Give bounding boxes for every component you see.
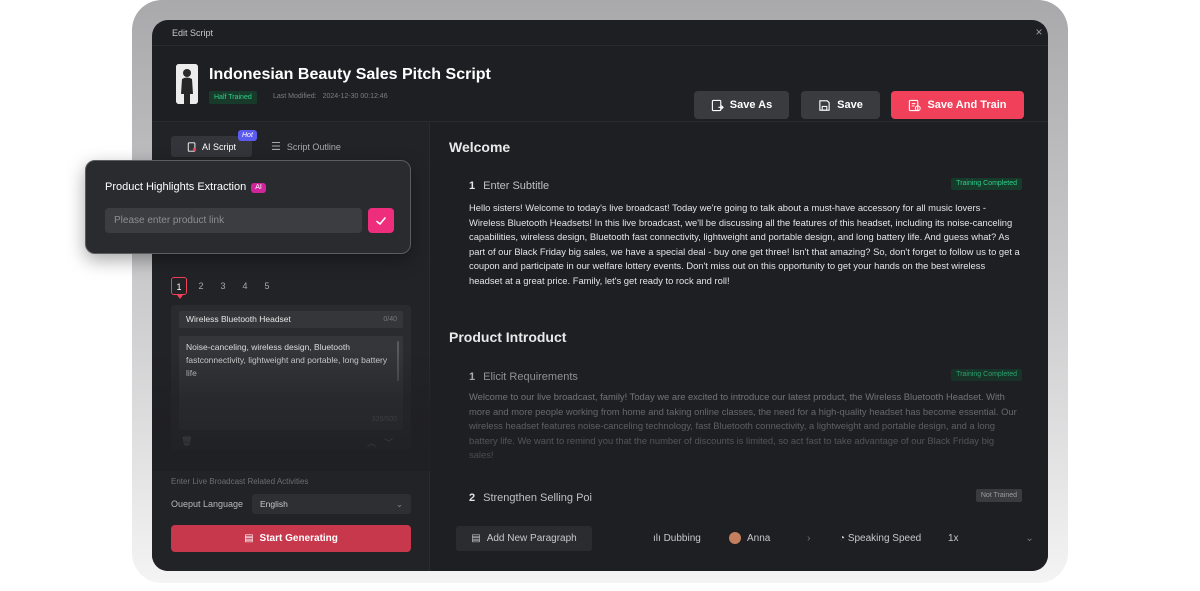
training-status-tag: Training Completed (951, 369, 1022, 381)
tab-ai-script-label: AI Script (201, 141, 236, 152)
script-header: Indonesian Beauty Sales Pitch Script Hal… (152, 46, 1048, 122)
product-link-input[interactable] (105, 208, 362, 233)
paragraph-text[interactable]: Welcome to our live broadcast, family! T… (469, 390, 1021, 463)
output-language-value: English (260, 499, 288, 509)
edit-script-window: Edit Script × Indonesian Beauty Sales Pi… (152, 20, 1048, 571)
ai-badge: AI (251, 183, 266, 193)
page-2[interactable]: 2 (193, 277, 209, 295)
paragraph-number: 1 (469, 180, 476, 192)
save-button[interactable]: Save (801, 91, 880, 119)
chevron-right-icon: › (807, 533, 811, 544)
chevron-up-icon[interactable]: ︿ (367, 438, 384, 448)
product-description-count: 320/500 (371, 416, 397, 423)
product-name-count: 0/40 (383, 316, 397, 323)
product-name-input[interactable]: Wireless Bluetooth Headset 0/40 (179, 311, 403, 328)
popup-title-text: Product Highlights Extraction (105, 181, 247, 193)
hot-badge: Hot (238, 130, 257, 141)
waveform-icon: ılı (653, 533, 664, 544)
paragraph-number: 1 (469, 371, 476, 383)
paragraph-heading: 1 Elicit Requirements (469, 371, 578, 383)
save-and-train-button[interactable]: Save And Train (891, 91, 1024, 119)
save-icon (819, 99, 830, 111)
paragraph-heading: 2 Strengthen Selling Poi (469, 492, 592, 504)
speed-value: 1x (948, 533, 959, 544)
page-5[interactable]: 5 (259, 277, 275, 295)
speed-select[interactable]: 1x ⌄ (948, 526, 1034, 551)
page-4[interactable]: 4 (237, 277, 253, 295)
voice-select[interactable]: Anna › (729, 526, 810, 551)
voice-avatar (729, 532, 741, 545)
section-title: Welcome (449, 139, 511, 155)
avatar (176, 64, 198, 104)
product-card: Wireless Bluetooth Headset 0/40 Noise-ca… (171, 305, 411, 450)
script-icon (187, 141, 197, 152)
add-paragraph-label: Add New Paragraph (486, 533, 577, 544)
voice-value: Anna (747, 533, 771, 544)
speaking-speed-control[interactable]: ◔ Speaking Speed (839, 526, 921, 551)
last-modified: Last Modified: 2024-12-30 00:12:46 (273, 93, 388, 100)
paragraph-heading-text[interactable]: Strengthen Selling Poi (483, 492, 592, 504)
page-1[interactable]: 1 (171, 277, 187, 299)
save-label: Save (837, 99, 863, 111)
product-description-input[interactable]: Noise-canceling, wireless design, Blueto… (179, 336, 403, 430)
start-generating-button[interactable]: ▤ Start Generating (171, 525, 411, 552)
last-modified-value: 2024-12-30 00:12:46 (322, 93, 388, 100)
speaking-speed-label: Speaking Speed (847, 533, 922, 544)
output-language-label: Oueput Language (171, 499, 244, 509)
outline-icon: ☰ (271, 141, 281, 153)
start-generating-label: Start Generating (259, 533, 338, 544)
paragraph-number: 2 (469, 492, 476, 504)
tab-script-outline-label: Script Outline (286, 141, 341, 152)
status-badge: Half Trained (209, 91, 257, 104)
window-title: Edit Script (172, 28, 214, 38)
trash-icon[interactable]: 🗑 (181, 436, 192, 447)
generate-icon: ▤ (244, 533, 254, 544)
pagination: 1 2 3 4 5 (171, 277, 275, 299)
dubbing-control[interactable]: ılı Dubbing (653, 526, 701, 551)
product-description-value: Noise-canceling, wireless design, Blueto… (186, 342, 388, 378)
save-and-train-label: Save And Train (927, 99, 1007, 111)
paragraph-toolbar: ▤ Add New Paragraph ılı Dubbing Anna › ◔… (431, 526, 1048, 551)
train-icon (909, 99, 922, 111)
last-modified-label: Last Modified: (273, 93, 317, 100)
page-title: Indonesian Beauty Sales Pitch Script (209, 66, 491, 83)
section-title: Product Introduct (449, 329, 567, 345)
paragraph-heading-text[interactable]: Enter Subtitle (483, 180, 549, 192)
page-3[interactable]: 3 (215, 277, 231, 295)
product-card-tools: 🗑 ︿﹀ (179, 436, 403, 448)
title-bar: Edit Script × (152, 20, 1048, 46)
description-scrollbar[interactable] (397, 341, 399, 381)
output-language-select[interactable]: English ⌄ (252, 494, 411, 514)
product-name-value: Wireless Bluetooth Headset (186, 314, 291, 324)
training-status-tag: Training Completed (951, 178, 1022, 190)
close-icon[interactable]: × (1033, 25, 1045, 39)
save-as-label: Save As (729, 99, 773, 111)
dubbing-label: Dubbing (663, 533, 701, 544)
script-content: Welcome 1 Enter Subtitle Training Complet… (431, 122, 1048, 571)
chevron-down-icon[interactable]: ﹀ (384, 438, 401, 448)
paragraph-heading: 1 Enter Subtitle (469, 180, 549, 192)
chevron-down-icon: ⌄ (395, 499, 403, 509)
add-paragraph-icon: ▤ (471, 533, 481, 544)
check-icon (376, 216, 386, 225)
product-highlights-popup: Product Highlights Extraction AI (85, 160, 411, 254)
confirm-button[interactable] (368, 208, 394, 233)
save-as-icon (711, 99, 724, 111)
chevron-down-icon: ⌄ (1025, 533, 1034, 544)
tab-script-outline[interactable]: ☰ Script Outline (271, 136, 341, 157)
save-as-button[interactable]: Save As (694, 91, 789, 119)
add-paragraph-button[interactable]: ▤ Add New Paragraph (456, 526, 592, 551)
speed-icon: ◔ (839, 533, 848, 544)
popup-title: Product Highlights Extraction AI (105, 181, 266, 193)
paragraph-heading-text[interactable]: Elicit Requirements (483, 371, 578, 383)
live-activities-label: Enter Live Broadcast Related Activities (171, 477, 309, 486)
paragraph-text[interactable]: Hello sisters! Welcome to today's live b… (469, 201, 1021, 289)
training-status-tag: Not Trained (975, 489, 1022, 502)
move-arrows: ︿﹀ (367, 436, 401, 449)
